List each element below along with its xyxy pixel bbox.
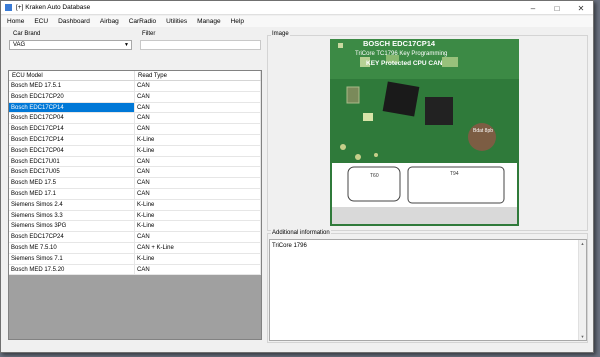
menu-dashboard[interactable]: Dashboard bbox=[58, 18, 90, 25]
column-read-type[interactable]: Read Type bbox=[135, 71, 261, 80]
menu-carradio[interactable]: CarRadio bbox=[129, 18, 156, 25]
table-row[interactable]: Siemens Simos 3PG K-Line bbox=[9, 221, 261, 233]
cell-read-type[interactable]: CAN bbox=[135, 91, 261, 102]
table-row[interactable]: Bosch ME 7.5.10 CAN + K-Line bbox=[9, 242, 261, 254]
column-ecu-model[interactable]: ECU Model bbox=[9, 71, 135, 80]
table-row[interactable]: Bosch EDC17U05 CAN bbox=[9, 167, 261, 179]
cell-read-type[interactable]: K-Line bbox=[135, 221, 261, 232]
table-row[interactable]: Bosch EDC17CP14 CAN bbox=[9, 124, 261, 135]
table-row[interactable]: Siemens Simos 7.1 K-Line bbox=[9, 253, 261, 265]
table-row[interactable]: Bosch EDC17CP24 CAN bbox=[9, 232, 261, 243]
cell-ecu-model[interactable]: Bosch MED 17.5.1 bbox=[9, 81, 135, 91]
connector-t94-label: T94 bbox=[450, 171, 459, 177]
cell-read-type[interactable]: CAN bbox=[135, 232, 261, 242]
table-row[interactable]: Bosch EDC17CP14 K-Line bbox=[9, 134, 261, 146]
menu-manage[interactable]: Manage bbox=[197, 18, 221, 25]
cell-read-type[interactable]: K-Line bbox=[135, 145, 261, 156]
minimize-icon[interactable]: – bbox=[521, 1, 545, 15]
menu-help[interactable]: Help bbox=[231, 18, 244, 25]
menu-bar: Home ECU Dashboard Airbag CarRadio Utili… bbox=[1, 16, 593, 27]
app-icon bbox=[5, 4, 12, 11]
cell-ecu-model[interactable]: Bosch EDC17U05 bbox=[9, 167, 135, 178]
ecu-board-image: Bdat 8pb BOSCH EDC17CP14 TriCore TC1796 … bbox=[330, 39, 519, 226]
cell-ecu-model[interactable]: Bosch ME 7.5.10 bbox=[9, 242, 135, 253]
car-brand-value: VAG bbox=[13, 42, 26, 48]
cell-ecu-model[interactable]: Bosch EDC17CP14 bbox=[9, 102, 135, 113]
cell-ecu-model[interactable]: Bosch EDC17CP14 bbox=[9, 124, 135, 134]
cell-ecu-model[interactable]: Bosch MED 17.5.20 bbox=[9, 264, 135, 275]
scroll-down-icon[interactable]: ▼ bbox=[579, 333, 586, 340]
table-row[interactable]: Bosch EDC17CP14 CAN bbox=[9, 102, 261, 114]
window-title: [+] Kraken Auto Database bbox=[16, 4, 91, 11]
main-window: [+] Kraken Auto Database – □ ✕ Home ECU … bbox=[0, 0, 594, 353]
car-brand-label: Car Brand bbox=[13, 31, 41, 37]
ecu-table[interactable]: ECU Model Read Type Bosch MED 17.5.1 CAN B… bbox=[8, 70, 262, 340]
info-scrollbar[interactable]: ▲ ▼ bbox=[578, 240, 586, 340]
cell-ecu-model[interactable]: Bosch EDC17CP04 bbox=[9, 113, 135, 124]
svg-text:Bdat 8pb: Bdat 8pb bbox=[473, 128, 493, 134]
table-row[interactable]: Bosch EDC17CP04 K-Line bbox=[9, 145, 261, 157]
window-controls: – □ ✕ bbox=[521, 1, 593, 15]
cell-ecu-model[interactable]: Bosch EDC17CP24 bbox=[9, 232, 135, 242]
table-row[interactable]: Bosch EDC17CP20 CAN bbox=[9, 91, 261, 103]
scroll-up-icon[interactable]: ▲ bbox=[579, 240, 586, 247]
cell-ecu-model[interactable]: Bosch EDC17CP14 bbox=[9, 134, 135, 145]
heading-1: BOSCH EDC17CP14 bbox=[363, 39, 436, 48]
cell-read-type[interactable]: CAN bbox=[135, 167, 261, 178]
car-brand-select[interactable]: VAG ▼ bbox=[9, 40, 132, 50]
cell-read-type[interactable]: CAN + K-Line bbox=[135, 242, 261, 253]
table-row[interactable]: Bosch MED 17.1 CAN bbox=[9, 188, 261, 200]
cell-read-type[interactable]: CAN bbox=[135, 188, 261, 199]
menu-utilities[interactable]: Utilities bbox=[166, 18, 187, 25]
cell-ecu-model[interactable]: Siemens Simos 3.3 bbox=[9, 210, 135, 221]
cell-read-type[interactable]: K-Line bbox=[135, 199, 261, 210]
menu-ecu[interactable]: ECU bbox=[34, 18, 48, 25]
image-label: Image bbox=[271, 31, 290, 37]
table-row[interactable]: Bosch MED 17.5.1 CAN bbox=[9, 81, 261, 92]
cell-read-type[interactable]: CAN bbox=[135, 124, 261, 134]
filter-label: Filter bbox=[142, 31, 156, 37]
connector-t60-label: T60 bbox=[370, 173, 379, 179]
cell-ecu-model[interactable]: Bosch EDC17CP04 bbox=[9, 145, 135, 156]
cell-ecu-model[interactable]: Bosch EDC17U01 bbox=[9, 156, 135, 167]
menu-home[interactable]: Home bbox=[7, 18, 24, 25]
cell-read-type[interactable]: K-Line bbox=[135, 134, 261, 145]
table-row[interactable]: Bosch EDC17U01 CAN bbox=[9, 156, 261, 168]
cell-ecu-model[interactable]: Bosch MED 17.5 bbox=[9, 178, 135, 188]
cell-ecu-model[interactable]: Bosch EDC17CP20 bbox=[9, 91, 135, 102]
table-row[interactable]: Siemens Simos 3.3 K-Line bbox=[9, 210, 261, 222]
cell-ecu-model[interactable]: Bosch MED 17.1 bbox=[9, 188, 135, 199]
additional-info-textbox[interactable]: TriCore 1796 ▲ ▼ bbox=[269, 239, 587, 341]
heading-3: KEY Protected CPU CAN bbox=[366, 60, 443, 67]
cell-read-type[interactable]: K-Line bbox=[135, 253, 261, 264]
dropdown-arrow-icon[interactable]: ▼ bbox=[124, 41, 129, 49]
maximize-icon[interactable]: □ bbox=[545, 1, 569, 15]
table-row[interactable]: Bosch MED 17.5 CAN bbox=[9, 178, 261, 189]
additional-info-label: Additional information bbox=[271, 230, 331, 236]
close-icon[interactable]: ✕ bbox=[569, 1, 593, 15]
cell-ecu-model[interactable]: Siemens Simos 7.1 bbox=[9, 253, 135, 264]
menu-airbag[interactable]: Airbag bbox=[100, 18, 119, 25]
heading-2: TriCore TC1796 Key Programming bbox=[355, 51, 447, 57]
cell-read-type[interactable]: CAN bbox=[135, 178, 261, 188]
cell-read-type[interactable]: K-Line bbox=[135, 210, 261, 221]
table-row[interactable]: Siemens Simos 2.4 K-Line bbox=[9, 199, 261, 211]
title-bar: [+] Kraken Auto Database – □ ✕ bbox=[1, 1, 593, 15]
cell-read-type[interactable]: CAN bbox=[135, 102, 261, 113]
cell-read-type[interactable]: CAN bbox=[135, 264, 261, 275]
filter-input[interactable] bbox=[140, 40, 261, 50]
table-row[interactable]: Bosch EDC17CP04 CAN bbox=[9, 113, 261, 125]
cell-read-type[interactable]: CAN bbox=[135, 113, 261, 124]
ecu-board-photo: Bdat 8pb BOSCH EDC17CP14 TriCore TC1796 … bbox=[330, 39, 519, 226]
cell-read-type[interactable]: CAN bbox=[135, 156, 261, 167]
table-body: Bosch MED 17.5.1 CAN Bosch EDC17CP20 CAN Bos… bbox=[9, 81, 261, 276]
cell-ecu-model[interactable]: Siemens Simos 3PG bbox=[9, 221, 135, 232]
table-row[interactable]: Bosch MED 17.5.20 CAN bbox=[9, 264, 261, 276]
cell-ecu-model[interactable]: Siemens Simos 2.4 bbox=[9, 199, 135, 210]
additional-info-text: TriCore 1796 bbox=[272, 243, 307, 249]
table-header: ECU Model Read Type bbox=[9, 71, 261, 81]
cell-read-type[interactable]: CAN bbox=[135, 81, 261, 91]
